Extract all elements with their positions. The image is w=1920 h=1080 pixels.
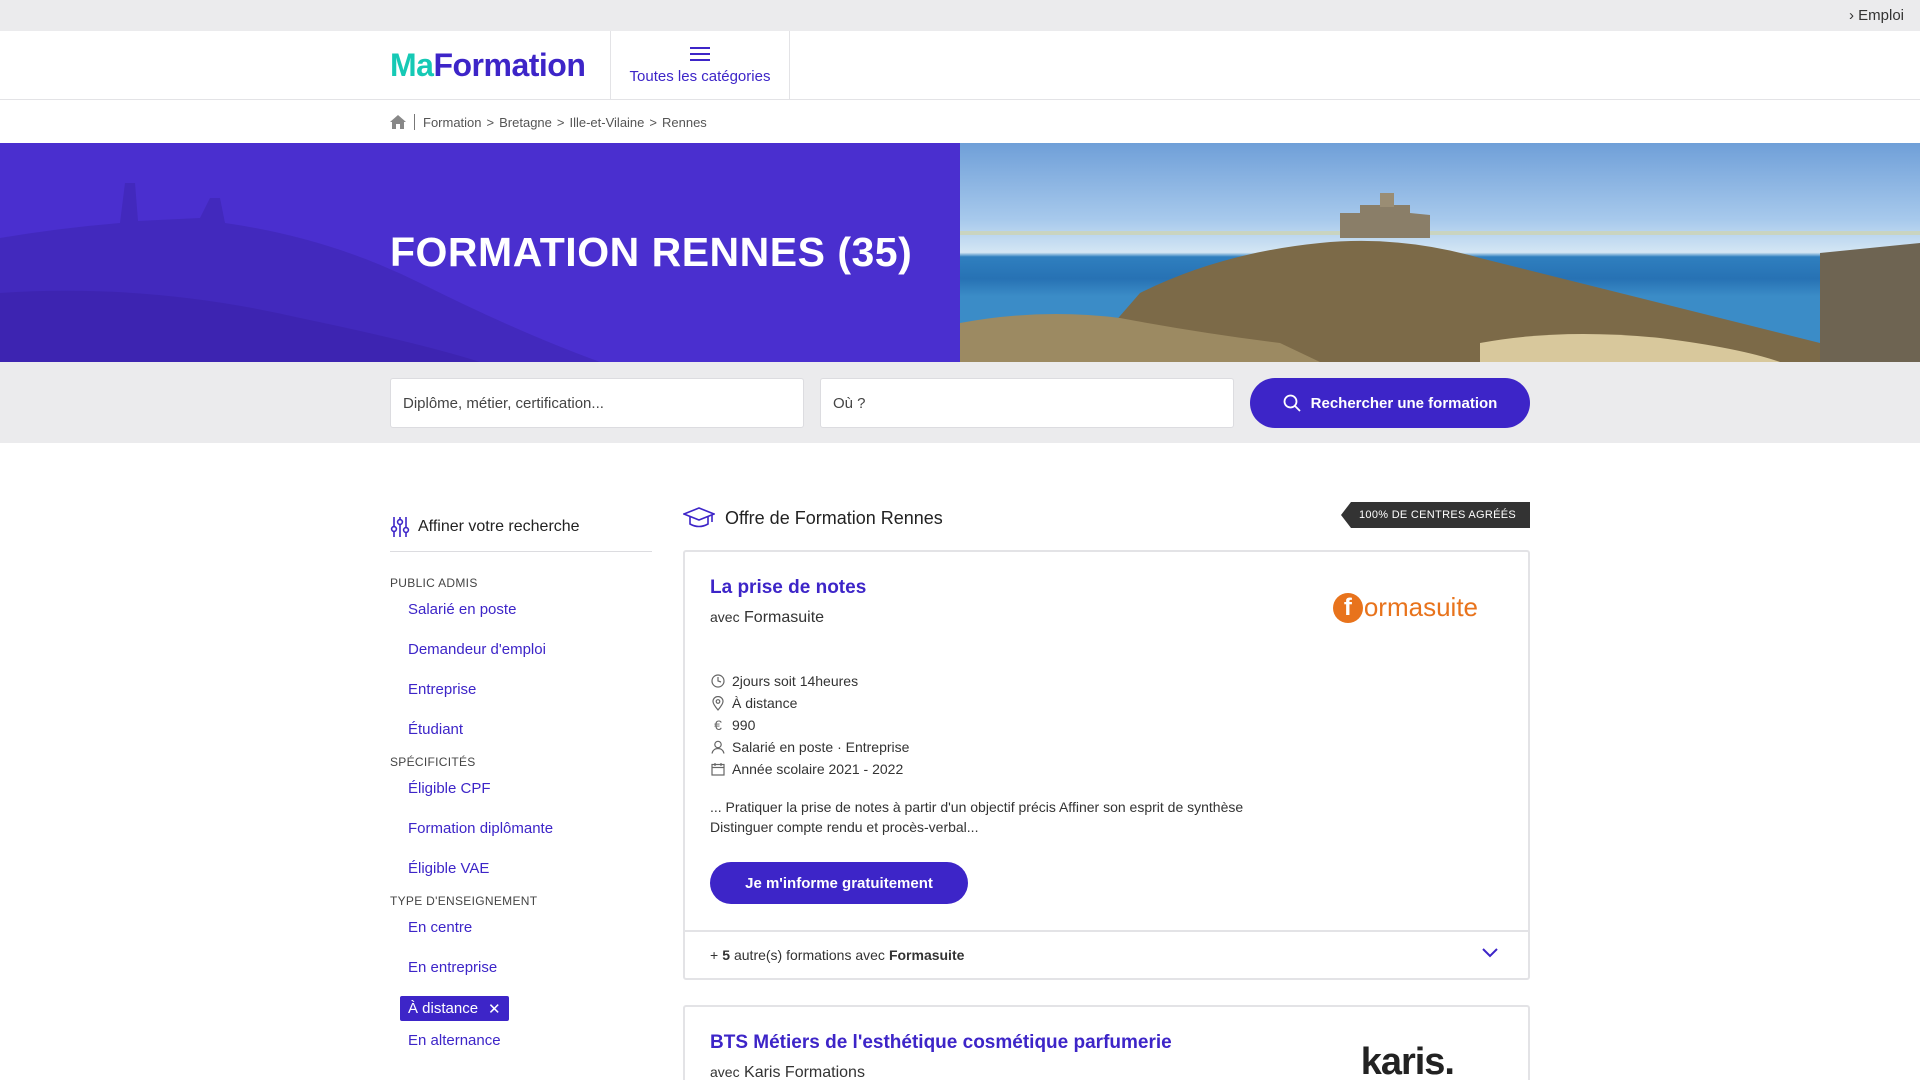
provider-name: Formasuite [744, 609, 825, 626]
provider-prefix: avec [710, 609, 740, 625]
page-title: FORMATION RENNES (35) [390, 229, 913, 275]
location-pin-icon [710, 695, 726, 711]
saint-malo-landscape [960, 193, 1920, 362]
filter-section-specificites: SPÉCIFICITÉS [390, 755, 476, 769]
breadcrumb-separator [414, 114, 415, 130]
location-search-input[interactable] [820, 378, 1234, 428]
training-excerpt: ... Pratiquer la prise de notes à partir… [710, 799, 1244, 835]
karis-logo-text: karis. [1360, 1041, 1455, 1080]
logo-part-formation: Formation [433, 47, 586, 83]
breadcrumb-rennes: Rennes [662, 114, 707, 130]
results-main: Offre de Formation Rennes 100% DE CENTRE… [683, 502, 1530, 1080]
breadcrumb-ille-et-vilaine[interactable]: Ille-et-Vilaine [569, 115, 644, 130]
more-provider: Formasuite [888, 947, 965, 963]
location-text: À distance [732, 695, 798, 711]
filters-title: Affiner votre recherche [418, 518, 580, 535]
training-provider: avec Formasuite [710, 609, 824, 627]
breadcrumb-bretagne[interactable]: Bretagne [499, 115, 552, 130]
accredited-badge: 100% DE CENTRES AGRÉÉS [1341, 502, 1530, 528]
filters-header: Affiner votre recherche [390, 515, 652, 539]
top-bar: › Emploi [0, 0, 1920, 31]
logo-text-formasuite: ormasuite [1363, 592, 1478, 622]
site-header: Ma Formation Toutes les catégories [0, 31, 1920, 100]
graduation-cap-icon [683, 507, 715, 528]
home-icon[interactable] [390, 115, 406, 129]
more-trainings-toggle[interactable]: + 5 autre(s) formations avec Formasuite [685, 930, 1528, 978]
maformation-logo[interactable]: Ma Formation [390, 47, 586, 84]
clock-icon [710, 673, 726, 689]
detail-period: Année scolaire 2021 - 2022 [710, 758, 909, 780]
breadcrumb-chevron: > [486, 114, 495, 130]
formasuite-logo[interactable]: f ormasuite [1332, 592, 1478, 623]
audience-text: Salarié en poste · Entreprise [732, 739, 910, 755]
search-button[interactable]: Rechercher une formation [1250, 378, 1530, 428]
menu-icon [690, 46, 710, 61]
logo-letter-f: f [1332, 592, 1363, 623]
emploi-link[interactable]: › Emploi [1849, 7, 1904, 24]
active-filter-chip[interactable]: À distance ✕ [400, 996, 509, 1021]
detail-location: À distance [710, 692, 909, 714]
active-filter-label: À distance [408, 1000, 479, 1017]
training-search-input[interactable] [390, 378, 804, 428]
filter-en-alternance[interactable]: En alternance [408, 1031, 652, 1058]
inform-free-button[interactable]: Je m'informe gratuitement [710, 862, 968, 904]
results-header: Offre de Formation Rennes 100% DE CENTRE… [683, 502, 1530, 534]
all-categories-button[interactable]: Toutes les catégories [610, 31, 790, 100]
filter-demandeur[interactable]: Demandeur d'emploi [408, 640, 652, 667]
period-text: Année scolaire 2021 - 2022 [732, 761, 904, 777]
breadcrumb: Formation > Bretagne > Ille-et-Vilaine >… [390, 112, 707, 132]
chevron-down-icon [1482, 948, 1498, 958]
provider-name: Karis Formations [744, 1064, 865, 1080]
filter-diplomante[interactable]: Formation diplômante [408, 819, 652, 846]
user-icon [710, 739, 726, 755]
filter-entreprise[interactable]: Entreprise [408, 680, 652, 707]
euro-icon: € [714, 717, 722, 733]
logo-part-ma: Ma [390, 47, 434, 83]
filter-vae[interactable]: Éligible VAE [408, 859, 652, 886]
filter-salarie[interactable]: Salarié en poste [408, 600, 652, 627]
more-prefix: + [710, 947, 719, 963]
filter-etudiant[interactable]: Étudiant [408, 720, 652, 747]
filters-divider [390, 551, 652, 552]
sliders-icon [390, 517, 410, 537]
breadcrumb-chevron: > [556, 114, 565, 130]
breadcrumb-chevron: > [649, 114, 657, 130]
all-categories-label: Toutes les catégories [629, 67, 771, 85]
hero-photo [960, 143, 1920, 362]
more-count: 5 [722, 947, 730, 963]
search-button-label: Rechercher une formation [1310, 394, 1498, 412]
filter-en-entreprise[interactable]: En entreprise [408, 958, 652, 985]
search-icon [1283, 394, 1301, 412]
provider-prefix: avec [710, 1064, 740, 1080]
price-text: 990 [732, 717, 756, 733]
results-title: Offre de Formation Rennes [725, 507, 943, 528]
more-middle-text: autre(s) formations avec [733, 947, 885, 963]
filter-section-enseignement: TYPE D'ENSEIGNEMENT [390, 894, 538, 908]
duration-text: 2jours soit 14heures [732, 673, 859, 689]
karis-logo[interactable]: karis. [1360, 1041, 1455, 1080]
training-title-link[interactable]: BTS Métiers de l'esthétique cosmétique p… [710, 1032, 1172, 1054]
detail-audience: Salarié en poste · Entreprise [710, 736, 909, 758]
detail-price: € 990 [710, 714, 909, 736]
training-card: La prise de notes avec Formasuite f orma… [683, 550, 1530, 980]
training-details: 2jours soit 14heures À distance € 990 Sa… [710, 670, 909, 780]
remove-filter-icon[interactable]: ✕ [488, 1000, 501, 1018]
calendar-icon [710, 761, 726, 777]
filter-cpf[interactable]: Éligible CPF [408, 779, 652, 806]
detail-duration: 2jours soit 14heures [710, 670, 909, 692]
training-title-link[interactable]: La prise de notes [710, 577, 866, 599]
hero-banner: FORMATION RENNES (35) [0, 143, 1920, 362]
training-card: BTS Métiers de l'esthétique cosmétique p… [683, 1005, 1530, 1080]
search-band: Rechercher une formation [0, 362, 1920, 443]
filter-en-centre[interactable]: En centre [408, 918, 652, 945]
training-provider: avec Karis Formations [710, 1064, 865, 1080]
filters-sidebar: Affiner votre recherche PUBLIC ADMIS Sal… [390, 515, 652, 1058]
filter-section-public: PUBLIC ADMIS [390, 576, 478, 590]
breadcrumb-formation[interactable]: Formation [423, 115, 482, 130]
